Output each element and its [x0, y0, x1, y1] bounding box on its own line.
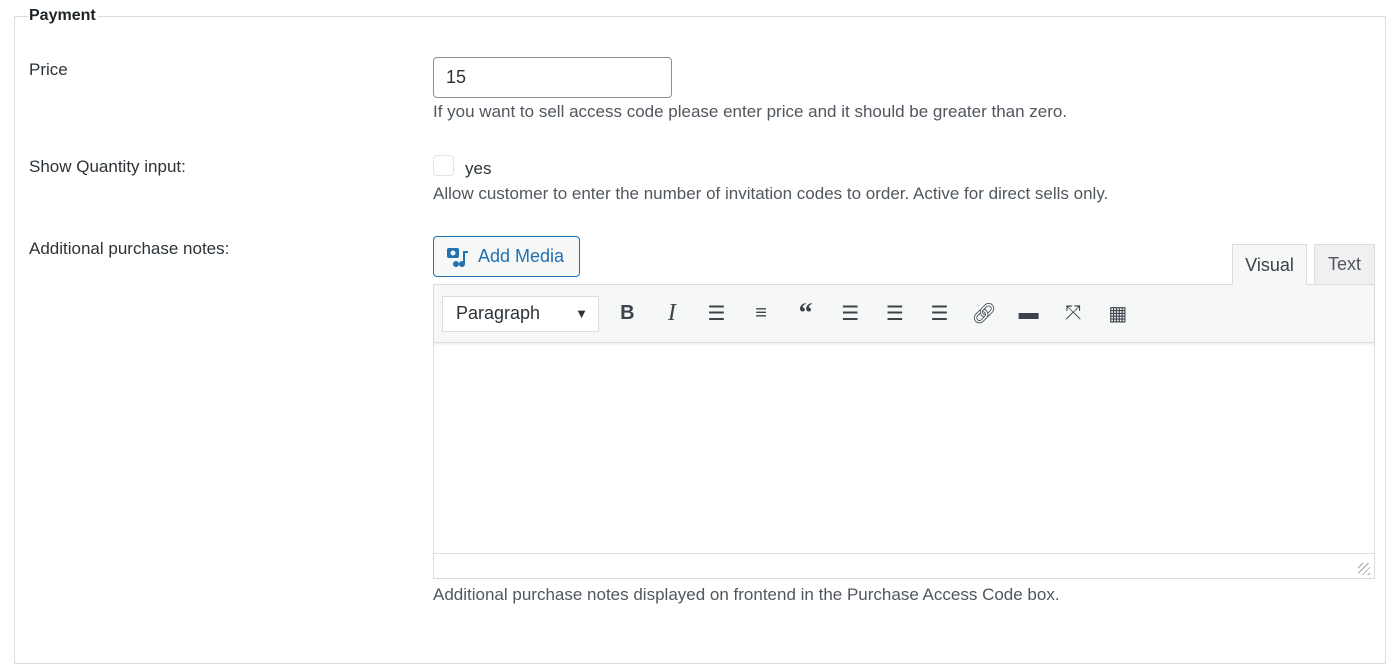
editor-toolbar: Paragraph ▼ B I ☰ ≡ “ ☰ ☰ ☰ 🔗︎ ▬ ⤧ ▦	[434, 285, 1374, 343]
align-left-icon[interactable]: ☰	[828, 296, 873, 332]
fullscreen-icon[interactable]: ⤧	[1051, 296, 1096, 332]
media-icon	[447, 247, 468, 267]
resize-handle-icon[interactable]	[1358, 563, 1370, 575]
format-select-value: Paragraph	[456, 303, 541, 323]
editor-content-area[interactable]	[434, 343, 1374, 553]
toolbar-toggle-icon[interactable]: ▦	[1096, 296, 1141, 332]
quantity-checkbox[interactable]	[433, 155, 454, 176]
quantity-option-label[interactable]: yes	[465, 159, 491, 179]
numbered-list-icon[interactable]: ≡	[739, 296, 784, 332]
align-right-icon[interactable]: ☰	[917, 296, 962, 332]
link-icon[interactable]: 🔗︎	[962, 296, 1007, 332]
bulleted-list-icon[interactable]: ☰	[694, 296, 739, 332]
price-label: Price	[29, 60, 68, 79]
italic-icon[interactable]: I	[650, 296, 695, 332]
notes-label: Additional purchase notes:	[29, 239, 230, 258]
format-select[interactable]: Paragraph ▼	[442, 295, 599, 332]
quantity-description: Allow customer to enter the number of in…	[433, 184, 1109, 203]
price-input[interactable]	[433, 57, 672, 98]
add-media-button[interactable]: Add Media	[433, 236, 580, 277]
editor-statusbar	[434, 553, 1374, 579]
read-more-icon[interactable]: ▬	[1006, 296, 1051, 332]
rich-text-editor: Paragraph ▼ B I ☰ ≡ “ ☰ ☰ ☰ 🔗︎ ▬ ⤧ ▦	[433, 284, 1375, 579]
quantity-label: Show Quantity input:	[29, 157, 186, 176]
bold-icon[interactable]: B	[605, 296, 650, 332]
tab-visual[interactable]: Visual	[1232, 244, 1307, 285]
price-description: If you want to sell access code please e…	[433, 102, 1068, 121]
align-center-icon[interactable]: ☰	[873, 296, 918, 332]
blockquote-icon[interactable]: “	[783, 296, 828, 332]
chevron-down-icon: ▼	[575, 306, 588, 321]
add-media-label: Add Media	[478, 246, 565, 266]
notes-description: Additional purchase notes displayed on f…	[433, 585, 1060, 604]
fieldset-legend: Payment	[29, 7, 98, 25]
tab-text[interactable]: Text	[1314, 244, 1375, 284]
